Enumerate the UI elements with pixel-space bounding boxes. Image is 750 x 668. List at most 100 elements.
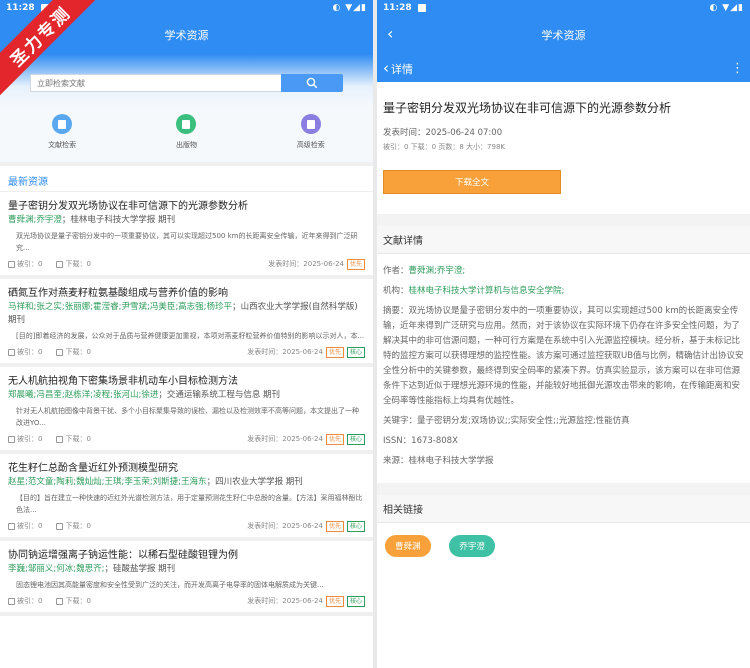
- item-abstract: 【目的】旨在建立一种快速的近红外光谱检测方法，用于定量预测花生籽仁中总酚的含量。…: [16, 494, 363, 514]
- author-link[interactable]: 曹舜渊;乔宇澄;: [409, 266, 466, 276]
- item-title: 量子密钥分发双光场协议在非可信源下的光源参数分析: [8, 201, 248, 212]
- abstract-text: 摘要：双光场协议是量子密钥分发中的一项重要协议，其可以实现超过500 km的长距…: [383, 306, 744, 406]
- quick-label: 文献检索: [48, 141, 77, 149]
- item-authors[interactable]: 李巍;邹丽义;何冰;魏思齐;: [8, 564, 104, 574]
- item-source: ；硅酸盐学报 期刊: [104, 564, 176, 574]
- org-row: 机构：桂林电子科技大学计算机与信息安全学院;: [383, 284, 744, 299]
- cite-icon: [8, 597, 15, 605]
- item-abstract: 针对无人机航拍图像中背景干扰、多个小目标聚集导致的误检、漏检以及检测效率不高等问…: [16, 407, 359, 427]
- quick-literature-search[interactable]: 文献检索: [22, 114, 102, 162]
- search-input[interactable]: [30, 74, 281, 92]
- item-source: ；桂林电子科技大学学报 期刊: [61, 215, 176, 225]
- cite-icon: [8, 260, 15, 268]
- item-date: 发表时间：2025-06-24: [247, 348, 323, 356]
- back-icon[interactable]: ‹: [387, 25, 393, 43]
- item-cited: 被引：0: [17, 597, 43, 605]
- download-icon: [56, 522, 64, 530]
- tag-priority: 优先: [325, 346, 344, 358]
- list-item[interactable]: 协同钠运增强离子钠运性能：以稀石型硅酸钽锂为例 李巍;邹丽义;何冰;魏思齐;；硅…: [0, 541, 373, 616]
- item-cited: 被引：0: [17, 348, 43, 356]
- details-body: 作者：曹舜渊;乔宇澄; 机构：桂林电子科技大学计算机与信息安全学院; 摘要：双光…: [377, 254, 750, 469]
- quick-advanced-search[interactable]: 高级检索: [271, 114, 351, 162]
- detail-header: ‹ 详情 ⋮: [377, 54, 750, 82]
- download-full-text-button[interactable]: 下载全文: [383, 170, 561, 194]
- detail-header-title: 详情: [391, 63, 413, 76]
- item-authors[interactable]: 马祥和;张之实;张丽娜;霍滢睿;尹雪斌;冯美臣;高志强;杨珍平: [8, 302, 232, 312]
- article-title: 量子密钥分发双光场协议在非可信源下的光源参数分析: [383, 101, 672, 115]
- list-item[interactable]: 花生籽仁总酚含量近红外预测模型研究 赵星;范文童;陶莉;魏灿灿;王琪;李玉荣;刘…: [0, 454, 373, 541]
- tag-core: 核心: [346, 346, 365, 358]
- tag-core: 核心: [346, 595, 365, 607]
- more-icon[interactable]: ⋮: [731, 61, 744, 76]
- item-cited: 被引：0: [17, 435, 43, 443]
- search-box: [30, 74, 343, 92]
- item-title: 硒氮互作对燕麦籽粒氨基酸组成与营养价值的影响: [8, 288, 228, 299]
- cite-icon: [8, 348, 15, 356]
- item-abstract: 双光场协议是量子密钥分发中的一项重要协议，其可以实现超过500 km的长距离安全…: [16, 232, 358, 252]
- author-row: 作者：曹舜渊;乔宇澄;: [383, 264, 744, 279]
- download-icon: [56, 260, 64, 268]
- notification-icon: [417, 4, 426, 12]
- item-authors[interactable]: 赵星;范文童;陶莉;魏灿灿;王琪;李玉荣;刘斯捷;王海东: [8, 477, 207, 487]
- list-item[interactable]: 量子密钥分发双光场协议在非可信源下的光源参数分析 曹舜渊;乔宇澄；桂林电子科技大…: [0, 192, 373, 279]
- tag-core: 核心: [346, 520, 365, 532]
- keywords: 关键字：量子密钥分发;双场协议;;实际安全性;;光源监控;性能仿真: [383, 416, 630, 426]
- tag-core: 核心: [346, 433, 365, 445]
- search-area: [0, 54, 373, 108]
- item-downloads: 下载：0: [65, 435, 91, 443]
- issn: ISSN：1673-808X: [383, 436, 458, 446]
- item-title: 花生籽仁总酚含量近红外预测模型研究: [8, 463, 178, 474]
- item-downloads: 下载：0: [65, 348, 91, 356]
- advanced-search-icon: [300, 114, 321, 134]
- status-time: 11:28: [383, 3, 412, 13]
- author-label: 作者：: [383, 266, 409, 276]
- download-icon: [56, 435, 64, 443]
- publication-icon: [176, 114, 197, 134]
- item-source: ；四川农业大学学报 期刊: [206, 477, 303, 487]
- resource-list-screen: 11:28 ◐ ▼◢▮ 学术资源 文献检索 出版物 高级检索: [0, 0, 373, 668]
- quick-entries: 文献检索 出版物 高级检索: [0, 108, 373, 162]
- item-authors[interactable]: 郑晨曦;冯昌奎;赵栋洋;凌程;张河山;徐进: [8, 390, 158, 400]
- item-title: 协同钠运增强离子钠运性能：以稀石型硅酸钽锂为例: [8, 550, 238, 561]
- app-title: 学术资源: [164, 29, 209, 42]
- search-icon: [306, 77, 318, 89]
- cite-icon: [8, 522, 15, 530]
- item-downloads: 下载：0: [65, 597, 91, 605]
- chevron-left-icon: ‹: [383, 59, 389, 77]
- item-downloads: 下载：0: [65, 260, 91, 268]
- related-author-pill[interactable]: 乔宇澄: [449, 535, 495, 557]
- item-date: 发表时间：2025-06-24: [247, 435, 323, 443]
- item-abstract: 固态锂电池因其高能量密度和安全性受到广泛的关注，而开发高离子电导率的固体电解质成…: [16, 581, 324, 589]
- item-cited: 被引：0: [17, 522, 43, 530]
- section-title-latest: 最新资源: [0, 166, 373, 192]
- item-title: 无人机航拍视角下密集场景非机动车小目标检测方法: [8, 376, 238, 387]
- separator: [377, 214, 750, 226]
- tag-priority: 优先: [325, 595, 344, 607]
- resource-list: 量子密钥分发双光场协议在非可信源下的光源参数分析 曹舜渊;乔宇澄；桂林电子科技大…: [0, 192, 373, 616]
- section-title-details: 文献详情: [377, 226, 750, 254]
- back-button[interactable]: ‹ 详情: [383, 59, 413, 77]
- origin: 来源：桂林电子科技大学学报: [383, 456, 494, 466]
- app-bar: ‹ 学术资源: [377, 16, 750, 54]
- related-author-pill[interactable]: 曹舜渊: [385, 535, 431, 557]
- list-item[interactable]: 硒氮互作对燕麦籽粒氨基酸组成与营养价值的影响 马祥和;张之实;张丽娜;霍滢睿;尹…: [0, 279, 373, 367]
- list-item[interactable]: 无人机航拍视角下密集场景非机动车小目标检测方法 郑晨曦;冯昌奎;赵栋洋;凌程;张…: [0, 367, 373, 454]
- publish-time: 发表时间：2025-06-24 07:00: [383, 128, 503, 138]
- document-search-icon: [52, 114, 73, 134]
- item-authors[interactable]: 曹舜渊;乔宇澄: [8, 215, 62, 225]
- org-label: 机构：: [383, 286, 409, 296]
- item-cited: 被引：0: [17, 260, 43, 268]
- related-links: 曹舜渊 乔宇澄: [377, 523, 750, 569]
- org-link[interactable]: 桂林电子科技大学计算机与信息安全学院;: [409, 286, 565, 296]
- item-date: 发表时间：2025-06-24: [247, 597, 323, 605]
- search-button[interactable]: [281, 74, 343, 92]
- article-stats: 被引：0 下载：0 页数：8 大小：798K: [383, 143, 505, 151]
- quick-label: 高级检索: [296, 141, 325, 149]
- status-icons: ◐ ▼◢▮: [709, 3, 744, 13]
- quick-publications[interactable]: 出版物: [146, 114, 226, 162]
- download-icon: [56, 597, 64, 605]
- cite-icon: [8, 435, 15, 443]
- tag-priority: 优先: [346, 258, 365, 270]
- quick-label: 出版物: [175, 141, 197, 149]
- status-bar: 11:28 ◐ ▼◢▮: [377, 0, 750, 16]
